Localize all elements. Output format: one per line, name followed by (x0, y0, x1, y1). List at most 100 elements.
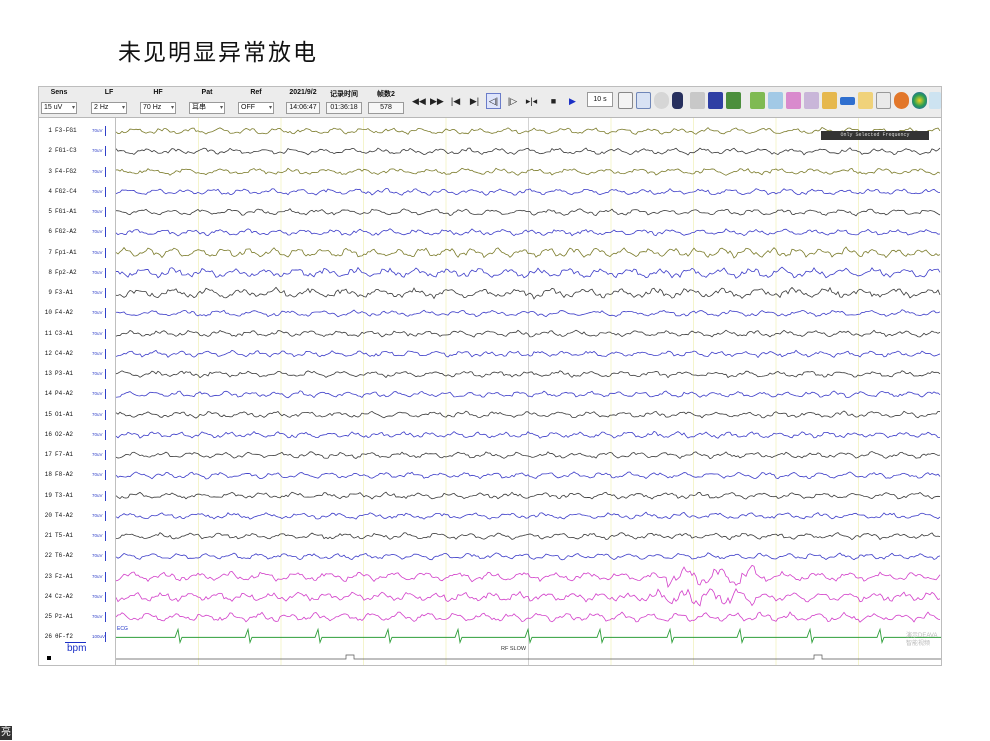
channel-row[interactable]: 14 P4-A2 70uV (39, 384, 115, 404)
disc-icon[interactable] (654, 92, 669, 109)
ref-select[interactable]: OFF ▾ (238, 102, 274, 114)
hf-select[interactable]: 70 Hz ▾ (140, 102, 176, 114)
step-forward-button[interactable]: |▷ (505, 93, 520, 109)
channel-row[interactable]: 2 FG1-C3 70uV (39, 141, 115, 161)
channel-scale: 70uV (92, 209, 103, 214)
channel-name: FG1-A1 (55, 208, 77, 215)
scale-bar-icon (105, 531, 106, 541)
notes-icon[interactable] (804, 92, 819, 109)
channel-row[interactable]: 20 T4-A2 70uV (39, 506, 115, 526)
channel-scale: 70uV (92, 472, 103, 478)
page-icon[interactable] (876, 92, 891, 109)
new-page-icon[interactable] (618, 92, 633, 109)
chart-icon[interactable] (750, 92, 765, 109)
channel-row[interactable]: 23 Fz-A1 70uV (39, 567, 115, 587)
jump-marker-button[interactable]: ▸|◂ (524, 93, 539, 109)
channel-row[interactable]: 24 Cz-A2 70uV (39, 587, 115, 607)
channel-row[interactable]: 5 FG1-A1 70uV (39, 202, 115, 222)
scale-bar-icon (105, 490, 106, 501)
fast-forward-icon: ▶▶ (430, 96, 444, 106)
channel-row[interactable]: 12 C4-A2 70uV (39, 344, 115, 364)
channel-name: Fp2-A2 (55, 268, 77, 276)
printer-icon[interactable] (690, 92, 705, 109)
channel-number: 2 (48, 147, 52, 155)
fast-forward-button[interactable]: ▶▶ (429, 93, 444, 109)
rewind-button[interactable]: ◀◀ (411, 93, 426, 109)
channel-name: P4-A2 (55, 390, 74, 398)
channel-row[interactable]: 21 T5-A1 70uV (39, 526, 115, 546)
page-period-select[interactable]: 10 s (587, 92, 613, 107)
chevron-down-icon: ▾ (219, 105, 223, 111)
channel-row[interactable]: 7 Fp1-A1 70uV (39, 243, 115, 263)
channel-number: 25 (44, 613, 52, 620)
channel-row[interactable]: 17 F7-A1 70uV (39, 445, 115, 465)
channel-row[interactable]: 16 O2-A2 70uV (39, 425, 115, 445)
channel-row[interactable]: 15 O1-A1 70uV (39, 405, 115, 425)
eeg-trace (115, 370, 941, 379)
play-button[interactable]: ▶ (565, 93, 580, 109)
document-icon[interactable] (786, 92, 801, 109)
report-icon[interactable] (768, 92, 783, 109)
channel-row[interactable]: 6 FG2-A2 70uV (39, 222, 115, 242)
channel-row[interactable]: 13 P3-A1 70uV (39, 364, 115, 384)
spectrum-icon[interactable] (726, 92, 741, 109)
channel-row[interactable]: 22 T6-A2 70uV (39, 546, 115, 566)
waveform-icon[interactable] (929, 92, 941, 109)
channel-row[interactable]: 3 F4-FG2 70uV (39, 162, 115, 182)
channel-number: 7 (48, 248, 52, 256)
channel-row[interactable]: 1 F3-FG1 70uV (39, 121, 115, 141)
skip-start-button[interactable]: |◀ (448, 93, 463, 109)
eeg-trace (115, 451, 941, 460)
channel-row[interactable]: 8 Fp2-A2 70uV (39, 263, 115, 283)
skip-end-button[interactable]: ▶| (467, 93, 482, 109)
play-icon: ▶ (569, 96, 576, 106)
channel-number: 24 (44, 592, 52, 600)
channel-row[interactable]: 9 F3-A1 70uV (39, 283, 115, 303)
channel-row[interactable]: 11 C3-A1 70uV (39, 324, 115, 344)
clock-time: 14:06:47 (286, 102, 320, 114)
channel-row[interactable]: 25 Pz-A1 70uV (39, 607, 115, 627)
lf-select[interactable]: 2 Hz ▾ (91, 102, 127, 114)
eeg-trace (115, 208, 941, 217)
rewind-icon: ◀◀ (412, 96, 426, 106)
chevron-down-icon: ▾ (268, 105, 272, 111)
channel-name: P3-A1 (55, 370, 74, 377)
pat-select[interactable]: 耳串 ▾ (189, 102, 225, 114)
annotation-icon[interactable] (822, 92, 837, 109)
chevron-down-icon: ▾ (121, 105, 125, 111)
channel-row[interactable]: 18 F8-A2 70uV (39, 465, 115, 485)
eeg-trace (115, 471, 941, 480)
eeg-trace (115, 491, 941, 500)
lf-value: 2 Hz (94, 104, 109, 111)
channel-number: 4 (48, 187, 52, 195)
channel-row[interactable]: 19 T3-A1 70uV (39, 486, 115, 506)
person-icon[interactable] (672, 92, 683, 109)
topography-icon[interactable] (912, 92, 927, 109)
channel-name: F8-A2 (55, 471, 74, 479)
channel-row[interactable]: 4 FG2-C4 70uV (39, 182, 115, 202)
channel-scale: 70uV (92, 452, 103, 457)
scale-bar-icon (105, 227, 106, 238)
eeg-trace-area[interactable]: Only Selected Frequency ECG RF SLOW 演示DE… (115, 118, 941, 665)
scale-bar-icon (105, 510, 106, 521)
scale-bar-icon (105, 247, 106, 258)
hf-label: HF (153, 89, 163, 96)
scale-bar-icon (105, 450, 106, 460)
eeg-trace (115, 430, 941, 439)
folder-icon[interactable] (858, 92, 873, 109)
sens-select[interactable]: 15 uV ▾ (41, 102, 77, 114)
stop-button[interactable]: ■ (546, 93, 561, 109)
channel-number: 1 (48, 127, 52, 134)
step-back-button[interactable]: ◁| (486, 93, 501, 109)
channel-scale: 70uV (92, 168, 103, 174)
eeg-trace (115, 187, 941, 196)
eeg-trace (115, 532, 941, 541)
montage-icon[interactable] (636, 92, 651, 109)
monitor-icon[interactable] (708, 92, 723, 109)
eeg-trace (115, 552, 941, 561)
ruler-icon[interactable] (840, 97, 855, 105)
channel-row[interactable]: 10 F4-A2 70uV (39, 303, 115, 323)
marker-dot (47, 656, 51, 660)
scale-bar-icon (105, 409, 106, 420)
brain-map-icon[interactable] (894, 92, 909, 109)
